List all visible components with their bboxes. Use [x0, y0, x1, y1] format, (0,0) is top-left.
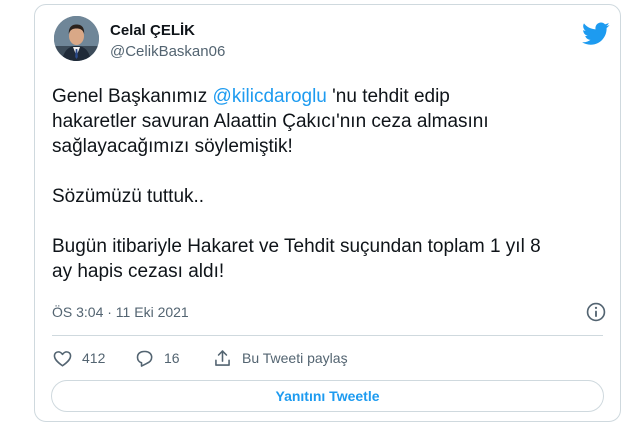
- tweet-line: hakaretler savuran Alaattin Çakıcı'nın c…: [52, 111, 489, 132]
- share-label: Bu Tweeti paylaş: [242, 350, 348, 366]
- tweet-text-segment: Genel Başkanımız: [52, 86, 213, 107]
- tweet-text-segment: 'nu tehdit edip: [326, 86, 450, 107]
- tweet-line: Sözümüzü tuttuk..: [52, 186, 205, 207]
- tweet-card: Celal ÇELİK @CelikBaskan06 Genel Başkanı…: [34, 4, 621, 422]
- heart-icon: [53, 350, 72, 367]
- reply-count: 16: [164, 350, 180, 366]
- avatar-image: [54, 16, 99, 61]
- avatar[interactable]: [54, 16, 99, 61]
- tweet-line: Genel Başkanımız @kilicdaroglu 'nu tehdi…: [52, 84, 617, 109]
- tweet-line: Bugün itibariyle Hakaret ve Tehdit suçun…: [52, 236, 541, 257]
- tweet-timestamp[interactable]: ÖS 3:04 · 11 Eki 2021: [52, 304, 189, 320]
- tweet-text: Genel Başkanımız @kilicdaroglu 'nu tehdi…: [52, 84, 617, 284]
- tweet-line: ay hapis cezası aldı!: [52, 261, 225, 282]
- reply-button[interactable]: 16: [134, 347, 180, 369]
- reply-tweet-button[interactable]: Yanıtını Tweetle: [51, 380, 604, 412]
- divider: [52, 335, 603, 336]
- reply-bubble-icon: [136, 350, 153, 367]
- author-name[interactable]: Celal ÇELİK: [110, 22, 195, 39]
- share-icon: [215, 349, 230, 366]
- mention-link[interactable]: @kilicdaroglu: [213, 86, 327, 107]
- twitter-bird-icon[interactable]: [582, 22, 610, 46]
- share-button[interactable]: Bu Tweeti paylaş: [212, 347, 348, 369]
- info-icon[interactable]: [585, 301, 607, 323]
- like-count: 412: [82, 350, 106, 366]
- author-handle[interactable]: @CelikBaskan06: [110, 43, 225, 60]
- like-button[interactable]: 412: [52, 347, 105, 369]
- tweet-line: sağlayacağımızı söylemiştik!: [52, 136, 293, 157]
